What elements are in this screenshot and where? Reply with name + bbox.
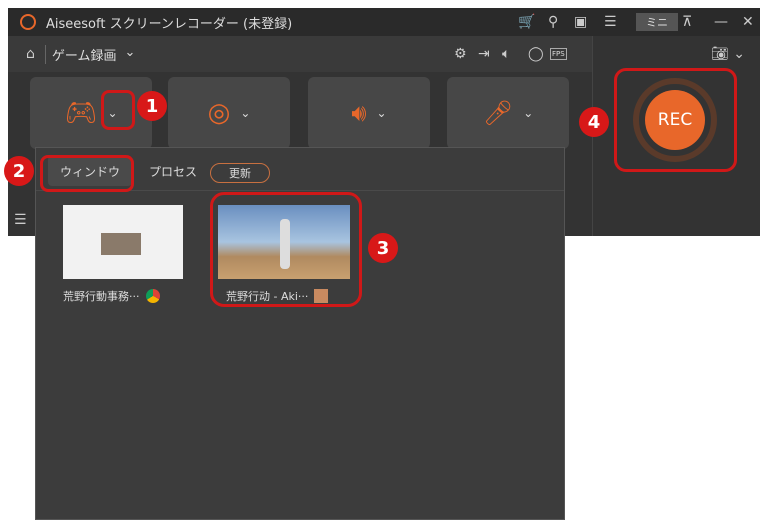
close-icon[interactable]: ✕ [742,14,754,30]
speaker-icon[interactable]: 🔈︎ [502,46,510,62]
chevron-down-icon: ⌄ [124,44,136,60]
app-title: Aiseesoft スクリーンレコーダー (未登録) [46,16,293,32]
microphone-card[interactable]: 🎤︎ ⌄ [447,77,569,149]
chevron-down-icon[interactable]: ⌄ [240,106,250,120]
mini-button[interactable]: ミニ [636,13,678,31]
tab-process[interactable]: プロセス [138,156,208,186]
feedback-icon[interactable]: ▣ [574,14,587,30]
window-title: 荒野行動事務··· [63,290,140,303]
annotation-box-2 [40,155,134,192]
window-thumbnail-chrome[interactable] [63,205,183,279]
chevron-down-icon[interactable]: ⌄ [523,106,533,120]
chevron-down-icon[interactable]: ⌄ [377,106,387,120]
annotation-box-4 [614,68,737,172]
webcam-off-icon: ◎ [207,98,231,128]
annotation-number-1: 1 [137,91,167,121]
camera-icon[interactable]: 📷︎ ⌄ [711,46,745,62]
cart-icon[interactable]: 🛒 [518,14,535,30]
fps-icon[interactable]: FPS [550,48,567,60]
chrome-icon [145,289,160,303]
menu-icon[interactable]: ☰ [604,14,617,30]
annotation-number-3: 3 [368,233,398,263]
microphone-icon: 🎤︎ [482,99,514,127]
list-icon[interactable]: ☰ [14,212,27,228]
window-item-chrome[interactable]: 荒野行動事務··· [63,288,160,304]
refresh-button[interactable]: 更新 [210,163,270,183]
app-logo-icon [20,14,36,30]
system-sound-card[interactable]: 🔊︎ ⌄ [308,77,430,149]
mouse-icon[interactable]: ◯ [528,46,544,62]
annotation-box-3 [210,192,362,307]
webcam-card[interactable]: ◎ ⌄ [168,77,290,149]
title-bar: Aiseesoft スクリーンレコーダー (未登録) 🛒 ⚲ ▣ ☰ ミニ ⊼ … [8,8,760,36]
key-icon[interactable]: ⚲ [548,14,558,30]
gamepad-icon: 🎮︎ [64,98,98,128]
speaker-icon: 🔊︎ [351,99,367,127]
settings-icon[interactable]: ⚙ [454,46,467,62]
pin-icon[interactable]: ⊼ [682,14,692,30]
mode-selector[interactable]: ゲーム録画 ⌄ [44,44,136,64]
home-icon[interactable]: ⌂ [26,46,35,62]
toolbar: ⌂ ゲーム録画 ⌄ ⚙ ⇥ 🔈︎ ◯ FPS [8,36,592,72]
annotation-number-2: 2 [4,156,34,186]
export-icon[interactable]: ⇥ [478,46,490,62]
annotation-number-4: 4 [579,107,609,137]
minimize-icon[interactable]: — [714,14,728,30]
annotation-box-1 [101,90,135,130]
mode-label: ゲーム録画 [51,48,117,64]
